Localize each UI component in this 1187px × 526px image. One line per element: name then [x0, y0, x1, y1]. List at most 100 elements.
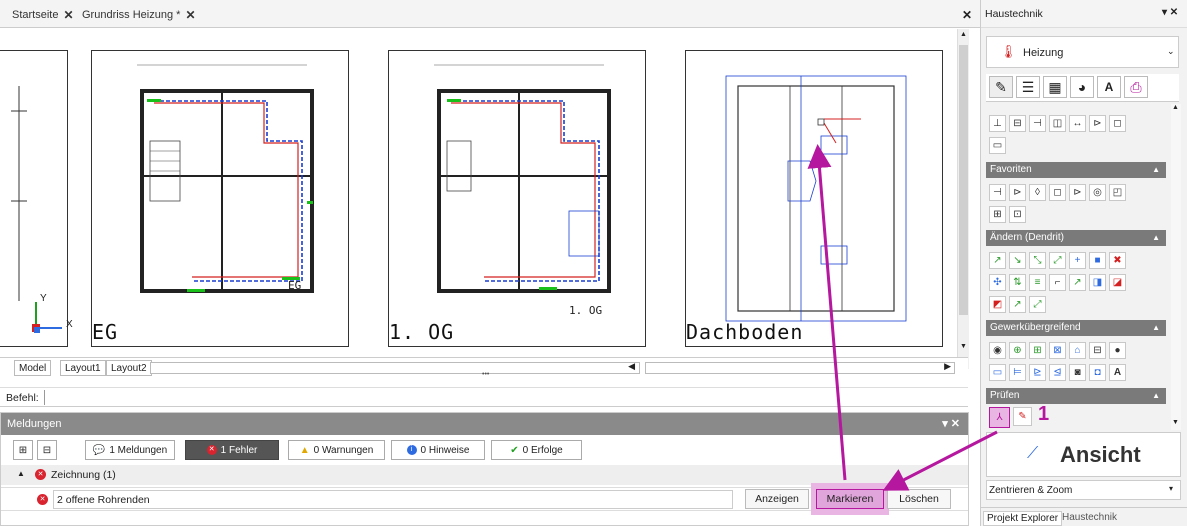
chart-icon[interactable]: ◕ — [1070, 76, 1094, 98]
tool-icon[interactable]: ⊟ — [1009, 115, 1026, 132]
list-icon[interactable]: ☰ — [1016, 76, 1040, 98]
tool-icon[interactable]: ⊣ — [1029, 115, 1046, 132]
horizontal-scrollbar[interactable]: ◀ — [150, 361, 640, 374]
message-group-row[interactable]: ▲ ✕ Zeichnung (1) — [1, 465, 968, 485]
section-pruefen[interactable]: Prüfen ▲ — [986, 388, 1166, 404]
tool-icon[interactable]: ⊴ — [1049, 364, 1066, 381]
tool-icon[interactable]: ⤢ — [1029, 296, 1046, 313]
check-tool-icon[interactable]: ✎ — [1013, 407, 1032, 426]
tool-icon[interactable]: ⊳ — [1009, 184, 1026, 201]
close-document-icon[interactable]: ✕ — [962, 8, 972, 22]
tool-icon[interactable]: ⊕ — [1009, 342, 1026, 359]
tool-icon[interactable]: ⊠ — [1049, 342, 1066, 359]
tool-icon[interactable]: ⊞ — [1029, 342, 1046, 359]
section-favoriten[interactable]: Favoriten ▲ — [986, 162, 1166, 178]
markieren-button[interactable]: Markieren — [816, 489, 884, 509]
pencil-icon[interactable]: ✎ — [989, 76, 1013, 98]
filter-hinweise-button[interactable]: i0 Hinweise — [391, 440, 485, 460]
tool-icon[interactable]: ◰ — [1109, 184, 1126, 201]
tool-icon[interactable]: ⊵ — [1029, 364, 1046, 381]
ansicht-button[interactable]: ⟋ Ansicht — [986, 432, 1181, 477]
tool-icon[interactable]: ◻ — [1049, 184, 1066, 201]
tool-icon[interactable]: ▭ — [989, 137, 1006, 154]
tool-icon[interactable]: ⤢ — [1049, 252, 1066, 269]
drawing-canvas[interactable]: EG EG 1. OG 1. OG Dachboden Y X — [0, 29, 968, 347]
scroll-up-icon[interactable]: ▲ — [959, 31, 968, 41]
tool-icon[interactable]: ⊣ — [989, 184, 1006, 201]
tool-icon[interactable]: ✣ — [989, 274, 1006, 291]
splitter-grip[interactable]: ••• — [482, 371, 489, 378]
collapse-all-icon[interactable]: ⊟ — [37, 440, 57, 460]
check-pipes-icon[interactable]: ⅄ — [989, 407, 1010, 428]
tool-icon[interactable]: ↗ — [1069, 274, 1086, 291]
tool-icon[interactable]: ⤡ — [1029, 252, 1046, 269]
tool-icon[interactable]: + — [1069, 252, 1086, 269]
scroll-up-icon[interactable]: ▲ — [1172, 104, 1179, 111]
filter-meldungen-button[interactable]: 💬 1 Meldungen — [85, 440, 175, 460]
sheet-1og[interactable]: 1. OG — [388, 50, 646, 347]
tool-icon[interactable]: ⊨ — [1009, 364, 1026, 381]
filter-warnungen-button[interactable]: ▲ 0 Warnungen — [288, 440, 385, 460]
tool-icon[interactable]: ⊡ — [1009, 206, 1026, 223]
tool-icon[interactable]: ◻ — [1109, 115, 1126, 132]
section-aendern[interactable]: Ändern (Dendrit) ▲ — [986, 230, 1166, 246]
filter-fehler-button[interactable]: ✕ 1 Fehler — [185, 440, 279, 460]
command-input[interactable] — [44, 390, 959, 405]
tool-icon[interactable]: ◘ — [1089, 364, 1106, 381]
scroll-down-icon[interactable]: ▼ — [959, 343, 968, 353]
tool-icon[interactable]: ◫ — [1049, 115, 1066, 132]
tool-icon[interactable]: ⌐ — [1049, 274, 1066, 291]
tool-icon[interactable]: ◨ — [1089, 274, 1106, 291]
section-gewerkuebergreifend[interactable]: Gewerkübergreifend ▲ — [986, 320, 1166, 336]
tool-icon[interactable]: ■ — [1089, 252, 1106, 269]
close-icon[interactable]: ✕ — [63, 8, 73, 22]
scroll-left-icon[interactable]: ◀ — [628, 361, 635, 372]
sheet-dachboden[interactable] — [685, 50, 943, 347]
canvas-vertical-scrollbar[interactable]: ▲ ▼ — [957, 29, 969, 369]
tool-icon[interactable]: ⇅ — [1009, 274, 1026, 291]
tool-icon[interactable]: ◉ — [989, 342, 1006, 359]
delete-icon[interactable]: ✖ — [1109, 252, 1126, 269]
scroll-right-icon[interactable]: ▶ — [944, 361, 951, 372]
tool-icon[interactable]: ◎ — [1089, 184, 1106, 201]
tab-grundriss-heizung[interactable]: Grundriss Heizung * ✕ — [82, 6, 196, 24]
filter-erfolge-button[interactable]: ✔ 0 Erfolge — [491, 440, 582, 460]
tool-icon[interactable]: ◪ — [1109, 274, 1126, 291]
scroll-thumb[interactable] — [959, 45, 968, 315]
tab-startseite[interactable]: Startseite ✕ — [12, 6, 74, 24]
horizontal-scrollbar-right[interactable]: ▶ — [645, 361, 955, 374]
text-style-icon[interactable]: A — [1097, 76, 1121, 98]
calculator-icon[interactable]: ▦ — [1043, 76, 1067, 98]
loeschen-button[interactable]: Löschen — [887, 489, 951, 509]
tool-icon[interactable]: ⊳ — [1089, 115, 1106, 132]
collapse-icon[interactable]: ▲ — [17, 469, 25, 478]
tool-icon[interactable]: ↗ — [1009, 296, 1026, 313]
sheet-eg[interactable]: EG — [91, 50, 349, 347]
expand-all-icon[interactable]: ⊞ — [13, 440, 33, 460]
scroll-down-icon[interactable]: ▼ — [1172, 419, 1179, 426]
tool-icon[interactable]: ● — [1109, 342, 1126, 359]
tab-layout2[interactable]: Layout2 — [106, 360, 152, 376]
gewerk-dropdown[interactable]: 🌡 Heizung ⌄ — [986, 36, 1179, 68]
print-icon[interactable]: ⎙ — [1124, 76, 1148, 98]
tool-icon[interactable]: ↔ — [1069, 115, 1086, 132]
tool-icon[interactable]: ⊟ — [1089, 342, 1106, 359]
tab-layout1[interactable]: Layout1 — [60, 360, 106, 376]
close-icon[interactable]: ✕ — [185, 8, 195, 22]
tab-model[interactable]: Model — [14, 360, 52, 376]
tool-icon[interactable]: ⊞ — [989, 206, 1006, 223]
anzeigen-button[interactable]: Anzeigen — [745, 489, 809, 509]
panel-controls[interactable]: ▾ ✕ — [1162, 7, 1178, 18]
camera-icon[interactable]: ◙ — [1069, 364, 1086, 381]
tool-icon[interactable]: ⊳ — [1069, 184, 1086, 201]
tool-icon[interactable]: ◩ — [989, 296, 1006, 313]
tab-haustechnik[interactable]: Haustechnik — [1059, 511, 1120, 524]
palette-scrollbar[interactable]: ▲ ▼ — [1171, 104, 1181, 430]
tool-icon[interactable]: ↘ — [1009, 252, 1026, 269]
tool-icon[interactable]: ▭ — [989, 364, 1006, 381]
tool-icon[interactable]: ⊥ — [989, 115, 1006, 132]
tool-icon[interactable]: ◊ — [1029, 184, 1046, 201]
tab-projekt-explorer[interactable]: Projekt Explorer — [983, 511, 1063, 526]
zoom-select[interactable]: Zentrieren & Zoom ▾ — [986, 480, 1181, 500]
panel-controls[interactable]: ▾ ✕ — [942, 413, 960, 435]
